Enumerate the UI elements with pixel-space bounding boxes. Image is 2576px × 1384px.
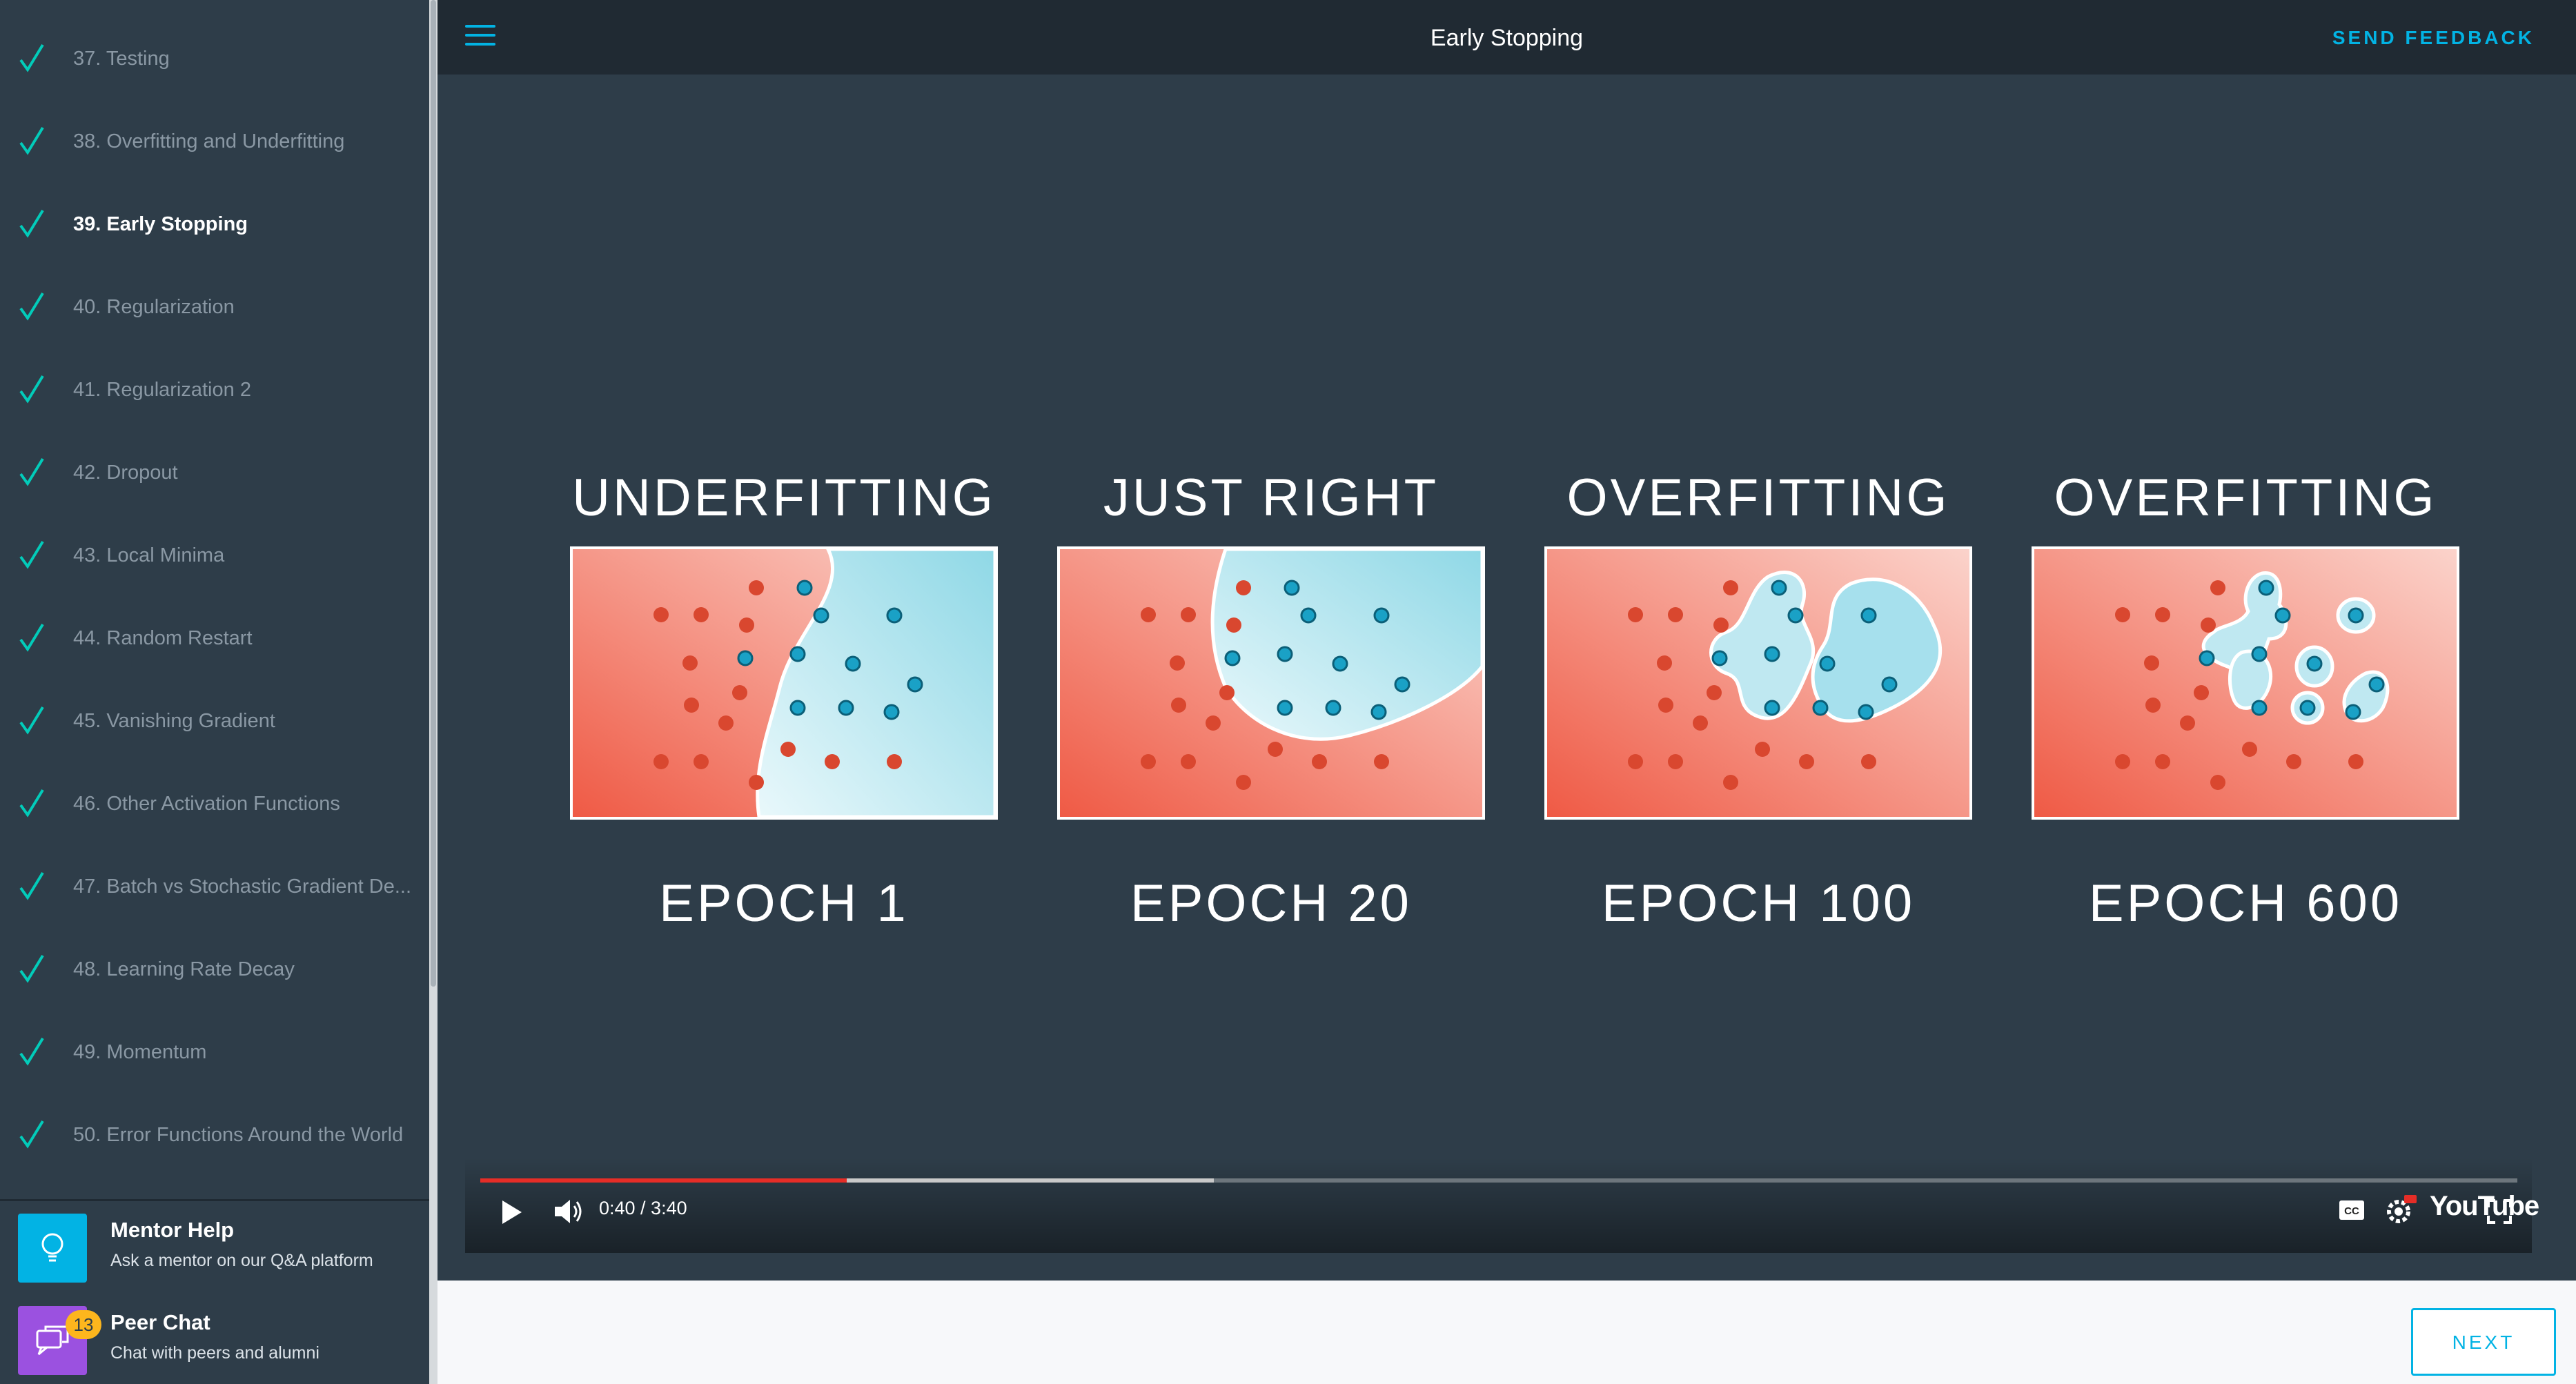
mentor-help-title: Mentor Help [110, 1218, 235, 1242]
menu-icon[interactable] [465, 25, 495, 50]
peer-chat-card[interactable]: 13 Peer Chat Chat with peers and alumni [0, 1294, 431, 1384]
panel-title-underfitting: UNDERFITTING [572, 468, 996, 527]
check-icon [19, 457, 44, 486]
mentor-help-subtitle: Ask a mentor on our Q&A platform [110, 1251, 373, 1270]
youtube-logo[interactable]: YouTube [2430, 1191, 2539, 1222]
footer-bar: NEXT [437, 1281, 2576, 1384]
underfitting-diagram [570, 546, 998, 820]
check-icon [19, 540, 44, 569]
check-icon [19, 209, 44, 238]
sidebar-item-label: 49. Momentum [73, 1041, 207, 1063]
sidebar-item-label: 39. Early Stopping [73, 213, 248, 235]
sidebar-item-label: 37. Testing [73, 48, 170, 70]
sidebar-item-label: 46. Other Activation Functions [73, 793, 340, 815]
sidebar-item-momentum[interactable]: 49. Momentum [0, 1011, 431, 1094]
sidebar-item-dropout[interactable]: 42. Dropout [0, 431, 431, 514]
captions-icon[interactable]: CC [2338, 1199, 2366, 1221]
sidebar-item-error-functions[interactable]: 50. Error Functions Around the World [0, 1094, 431, 1176]
main-content: UNDERFITTING EPOCH 1 JUST RIGHT EPOCH 20… [437, 75, 2576, 1281]
fullscreen-icon[interactable] [2487, 1199, 2512, 1224]
sidebar-item-other-activation-functions[interactable]: 46. Other Activation Functions [0, 762, 431, 845]
sidebar-item-overfitting-underfitting[interactable]: 38. Overfitting and Underfitting [0, 100, 431, 183]
sidebar-item-label: 42. Dropout [73, 462, 178, 484]
sidebar-item-batch-vs-stochastic[interactable]: 47. Batch vs Stochastic Gradient De... [0, 845, 431, 928]
sidebar-item-label: 44. Random Restart [73, 627, 253, 649]
sidebar-item-label: 41. Regularization 2 [73, 379, 251, 401]
panel-title-overfitting-600: OVERFITTING [2054, 468, 2437, 527]
check-icon [19, 1120, 44, 1149]
check-icon [19, 871, 44, 900]
next-button[interactable]: NEXT [2411, 1308, 2556, 1376]
settings-icon[interactable] [2383, 1194, 2418, 1225]
sidebar-item-label: 50. Error Functions Around the World [73, 1124, 404, 1146]
notification-badge: 13 [66, 1310, 101, 1339]
just-right-diagram [1057, 546, 1485, 820]
panel-title-just-right: JUST RIGHT [1103, 468, 1439, 527]
panel-epoch-1: EPOCH 1 [659, 874, 909, 933]
check-icon [19, 789, 44, 818]
lesson-list: 37. Testing 38. Overfitting and Underfit… [0, 0, 431, 1199]
volume-icon[interactable] [553, 1198, 584, 1225]
sidebar-item-learning-rate-decay[interactable]: 48. Learning Rate Decay [0, 928, 431, 1011]
check-icon [19, 126, 44, 155]
sidebar-item-label: 43. Local Minima [73, 544, 225, 566]
sidebar-item-label: 40. Regularization [73, 296, 235, 318]
progress-bar[interactable] [480, 1178, 2517, 1183]
sidebar-item-early-stopping[interactable]: 39. Early Stopping [0, 183, 431, 266]
panel-epoch-100: EPOCH 100 [1601, 874, 1916, 933]
overfitting-100-diagram [1544, 546, 1972, 820]
send-feedback-link[interactable]: SEND FEEDBACK [2332, 0, 2535, 75]
check-icon [19, 375, 44, 404]
sidebar-item-regularization-2[interactable]: 41. Regularization 2 [0, 348, 431, 431]
sidebar: 37. Testing 38. Overfitting and Underfit… [0, 0, 437, 1384]
sidebar-item-vanishing-gradient[interactable]: 45. Vanishing Gradient [0, 680, 431, 762]
sidebar-item-label: 47. Batch vs Stochastic Gradient De... [73, 876, 411, 898]
sidebar-item-random-restart[interactable]: 44. Random Restart [0, 597, 431, 680]
svg-text:CC: CC [2344, 1205, 2359, 1217]
played-bar [480, 1178, 847, 1183]
sidebar-item-label: 48. Learning Rate Decay [73, 958, 295, 980]
sidebar-item-label: 45. Vanishing Gradient [73, 710, 275, 732]
panel-epoch-600: EPOCH 600 [2088, 874, 2403, 933]
video-player[interactable]: UNDERFITTING EPOCH 1 JUST RIGHT EPOCH 20… [465, 75, 2539, 1253]
check-icon [19, 954, 44, 983]
check-icon [19, 623, 44, 652]
play-icon[interactable] [500, 1199, 523, 1225]
check-icon [19, 706, 44, 735]
check-icon [19, 43, 44, 72]
sidebar-item-testing[interactable]: 37. Testing [0, 17, 431, 100]
mentor-help-card[interactable]: Mentor Help Ask a mentor on our Q&A plat… [0, 1201, 431, 1292]
sidebar-item-local-minima[interactable]: 43. Local Minima [0, 514, 431, 597]
sidebar-item-label: 38. Overfitting and Underfitting [73, 130, 345, 152]
header: Early Stopping SEND FEEDBACK [437, 0, 2576, 75]
lightbulb-icon [18, 1214, 87, 1283]
panel-title-overfitting-100: OVERFITTING [1566, 468, 1950, 527]
check-icon [19, 1037, 44, 1066]
peer-chat-title: Peer Chat [110, 1310, 210, 1334]
check-icon [19, 292, 44, 321]
peer-chat-subtitle: Chat with peers and alumni [110, 1343, 319, 1363]
panel-epoch-20: EPOCH 20 [1130, 874, 1412, 933]
sidebar-item-regularization[interactable]: 40. Regularization [0, 266, 431, 348]
overfitting-600-diagram [2032, 546, 2459, 820]
video-controls: 0:40 / 3:40 CC YouTube [465, 1158, 2539, 1253]
scrollbar-thumb[interactable] [431, 0, 436, 987]
time-display: 0:40 / 3:40 [599, 1198, 687, 1218]
sidebar-scrollbar[interactable] [429, 0, 437, 1384]
sidebar-footer: Mentor Help Ask a mentor on our Q&A plat… [0, 1199, 431, 1384]
page-title: Early Stopping [1430, 25, 1584, 51]
